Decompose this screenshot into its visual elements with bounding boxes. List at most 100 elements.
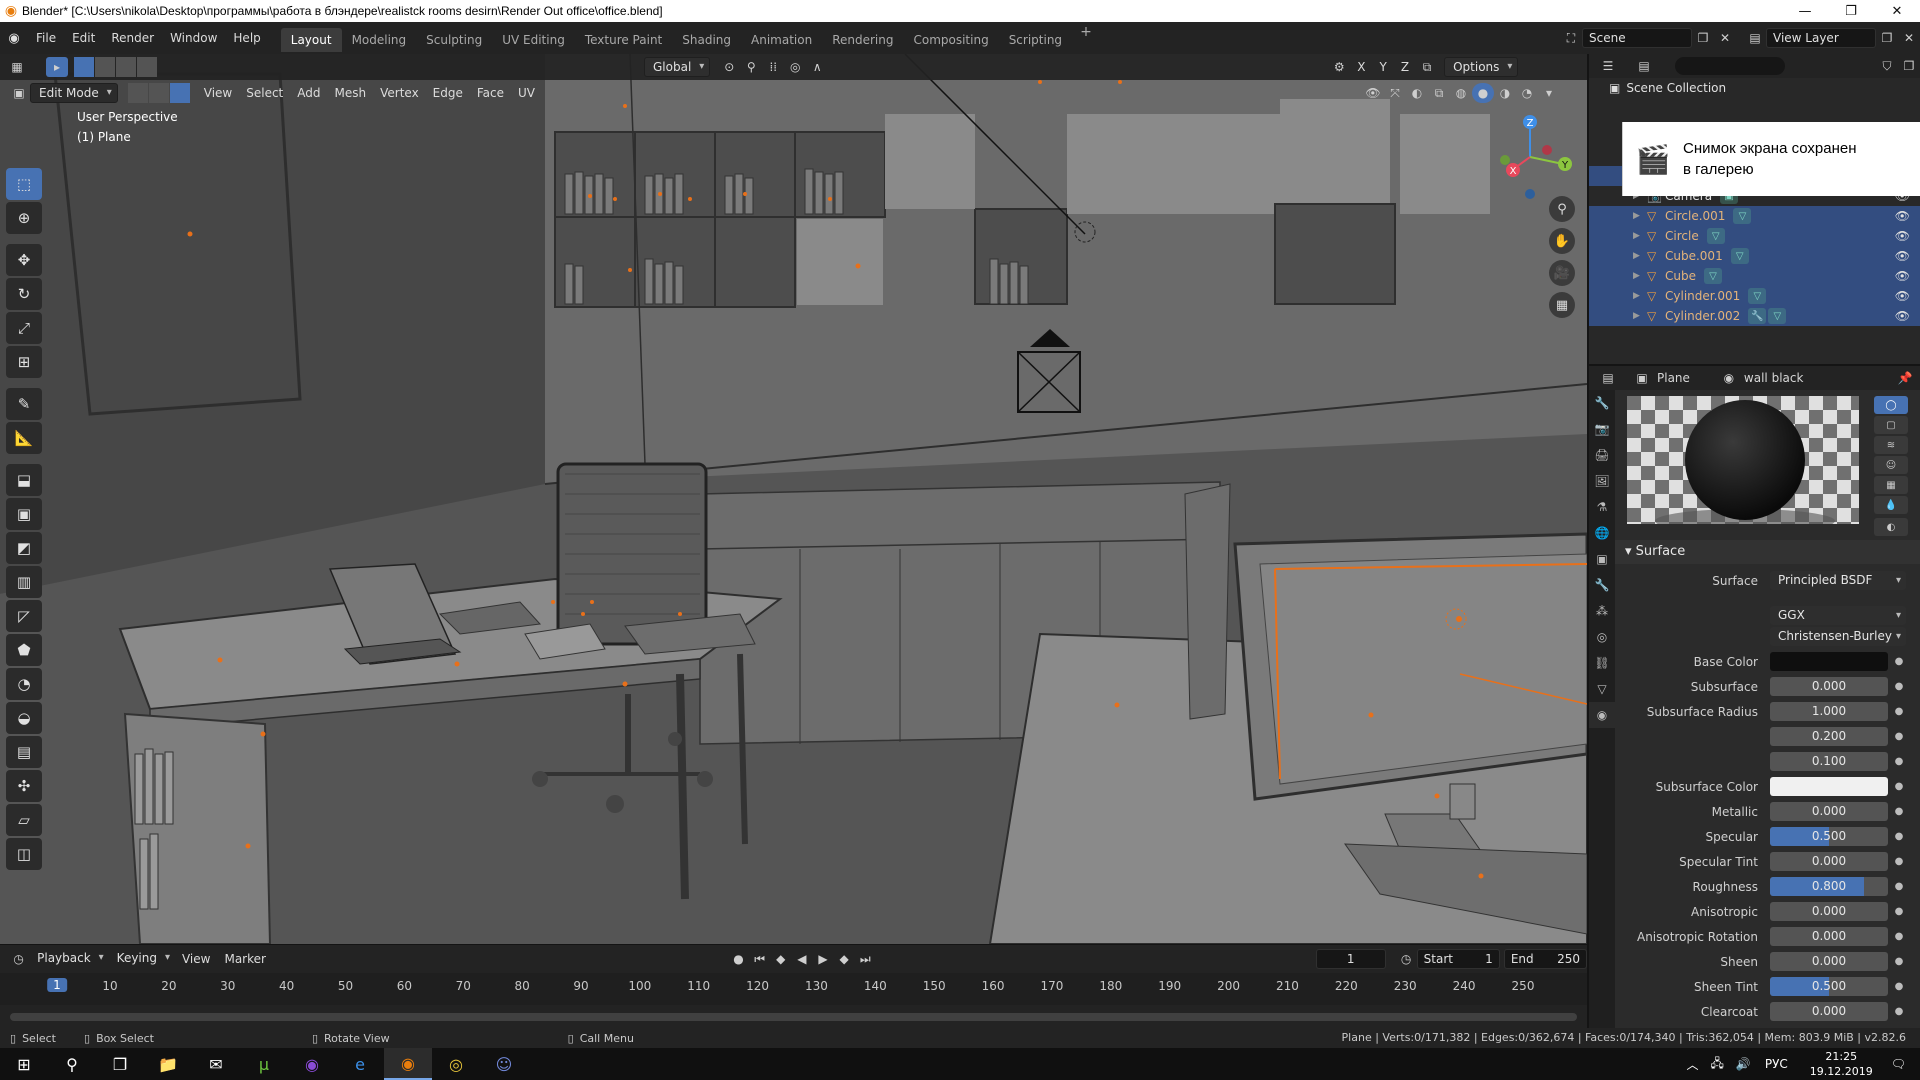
modifier-tab-icon[interactable]: 🔧 [1589,572,1615,598]
task-view-icon[interactable]: ❐ [96,1048,144,1080]
scene-name-field[interactable]: Scene [1582,28,1692,48]
gizmo-toggle-icon[interactable]: ⤧ [1384,83,1406,103]
visibility-icon[interactable]: 👁 [1362,83,1384,103]
edge-browser-icon[interactable]: e [336,1048,384,1080]
mirror-options-icon[interactable]: ⚙ [1328,57,1350,77]
value-slider[interactable]: 0.000 [1770,1002,1888,1021]
zoom-icon[interactable]: ⚲ [1549,196,1575,222]
new-collection-icon[interactable]: ❐ [1898,56,1920,76]
wireframe-shading-icon[interactable]: ◍ [1450,83,1472,103]
link-socket-icon[interactable]: ● [1892,831,1906,842]
physics-tab-icon[interactable]: ◎ [1589,624,1615,650]
object-tab-icon[interactable]: ▣ [1589,546,1615,572]
scale-tool-icon[interactable]: ⤢ [6,312,42,344]
clock[interactable]: 21:25 19.12.2019 [1810,1049,1873,1079]
view-layer-icon[interactable]: ▤ [1744,28,1766,48]
outliner-item-circle[interactable]: ▶ ▽ Circle ▽ 👁 [1589,226,1920,246]
scene-icon[interactable]: ⛶ [1560,28,1582,48]
timeline-menu-marker[interactable]: Marker [217,949,272,969]
shrink-fatten-tool-icon[interactable]: ✣ [6,770,42,802]
link-socket-icon[interactable]: ● [1892,881,1906,892]
value-slider[interactable]: 1.000 [1770,702,1888,721]
xray-toggle-icon[interactable]: ⧉ [1428,83,1450,103]
delete-view-layer-icon[interactable]: ✕ [1898,28,1920,48]
volume-icon[interactable]: 🔊 [1736,1057,1751,1071]
material-shading-icon[interactable]: ◑ [1494,83,1516,103]
move-tool-icon[interactable]: ✥ [6,244,42,276]
expand-icon[interactable]: ▶ [1633,311,1647,321]
surface-panel-header[interactable]: ▾ Surface [1615,540,1920,564]
view-layer-tab-icon[interactable]: 🖼 [1589,468,1615,494]
outliner-search-input[interactable] [1675,57,1785,75]
prev-keyframe-icon[interactable]: ◆ [770,949,791,969]
maximize-button[interactable]: ❐ [1828,0,1874,22]
link-socket-icon[interactable]: ● [1892,706,1906,717]
expand-icon[interactable]: ▶ [1633,271,1647,281]
smooth-tool-icon[interactable]: ◒ [6,702,42,734]
knife-tool-icon[interactable]: ◸ [6,600,42,632]
tab-shading[interactable]: Shading [672,28,741,52]
link-socket-icon[interactable]: ● [1892,656,1906,667]
value-slider[interactable]: 0.800 [1770,877,1888,896]
rip-tool-icon[interactable]: ◫ [6,838,42,870]
menu-help[interactable]: Help [225,22,268,54]
record-icon[interactable]: ● [728,949,749,969]
tray-chevron-icon[interactable]: ︿ [1686,1056,1698,1073]
preview-hair-icon[interactable]: ≋ [1874,436,1908,454]
notifications-icon[interactable]: 🗨 [1891,1057,1906,1071]
value-slider[interactable]: 0.500 [1770,827,1888,846]
menu-edit[interactable]: Edit [64,22,103,54]
value-slider[interactable]: 0.000 [1770,802,1888,821]
screenshot-toast[interactable]: 🎬 Снимок экрана сохранен в галерею [1622,122,1920,196]
timeline-menu-playback[interactable]: Playback [29,949,109,969]
navigation-gizmo[interactable]: Z Y X [1485,112,1575,202]
link-socket-icon[interactable]: ● [1892,956,1906,967]
outliner-item-cylinder-001[interactable]: ▶ ▽ Cylinder.001 ▽ 👁 [1589,286,1920,306]
tab-texture-paint[interactable]: Texture Paint [575,28,672,52]
outliner-item-cylinder-002[interactable]: ▶ ▽ Cylinder.002 🔧 ▽ 👁 [1589,306,1920,326]
file-explorer-icon[interactable]: 📁 [144,1048,192,1080]
viewport-menu-view[interactable]: View [197,83,239,103]
utorrent-icon[interactable]: μ [240,1048,288,1080]
expand-icon[interactable]: ▶ [1633,231,1647,241]
cursor-tool-icon[interactable]: ⊕ [6,202,42,234]
inset-tool-icon[interactable]: ▣ [6,498,42,530]
options-dropdown[interactable]: Options [1444,57,1519,77]
ortho-grid-icon[interactable]: ▦ [1549,292,1575,318]
link-socket-icon[interactable]: ● [1892,981,1906,992]
network-icon[interactable]: 🖧 [1711,1054,1724,1075]
preview-world-icon[interactable]: ◐ [1874,518,1908,536]
blender-taskbar-icon[interactable]: ◉ [384,1048,432,1080]
value-slider[interactable]: 0.000 [1770,902,1888,921]
auto-merge-icon[interactable]: ⧉ [1416,57,1438,77]
tool-tab-icon[interactable]: 🔧 [1589,390,1615,416]
spin-tool-icon[interactable]: ◔ [6,668,42,700]
timeline-menu-view[interactable]: View [175,949,217,969]
tab-uv-editing[interactable]: UV Editing [492,28,575,52]
link-socket-icon[interactable]: ● [1892,1006,1906,1017]
preview-monkey-icon[interactable]: ☺ [1874,456,1908,474]
value-slider[interactable]: 0.200 [1770,727,1888,746]
pivot-point-icon[interactable]: ⊙ [718,57,740,77]
falloff-icon[interactable]: ∧ [806,57,828,77]
bevel-tool-icon[interactable]: ◩ [6,532,42,564]
keyboard-language[interactable]: РУС [1765,1057,1788,1071]
value-slider[interactable]: 0.500 [1770,977,1888,996]
pan-hand-icon[interactable]: ✋ [1549,228,1575,254]
value-slider[interactable]: 0.000 [1770,677,1888,696]
select-box-tool-icon[interactable]: ⬚ [6,168,42,200]
annotate-tool-icon[interactable]: ✎ [6,388,42,420]
viewport-menu-add[interactable]: Add [290,83,327,103]
axis-y-toggle[interactable]: Y [1373,57,1394,77]
new-view-layer-icon[interactable]: ❐ [1876,28,1898,48]
tab-layout[interactable]: Layout [280,28,342,52]
view-layer-field[interactable]: View Layer [1766,28,1876,48]
pin-icon[interactable]: 📌 [1894,368,1916,388]
minimize-button[interactable]: — [1782,0,1828,22]
tab-compositing[interactable]: Compositing [903,28,998,52]
select-new-button[interactable] [74,57,94,77]
visibility-eye-icon[interactable]: 👁 [1895,249,1910,263]
link-socket-icon[interactable]: ● [1892,681,1906,692]
vertex-select-button[interactable] [127,83,148,103]
output-tab-icon[interactable]: 🖨 [1589,442,1615,468]
